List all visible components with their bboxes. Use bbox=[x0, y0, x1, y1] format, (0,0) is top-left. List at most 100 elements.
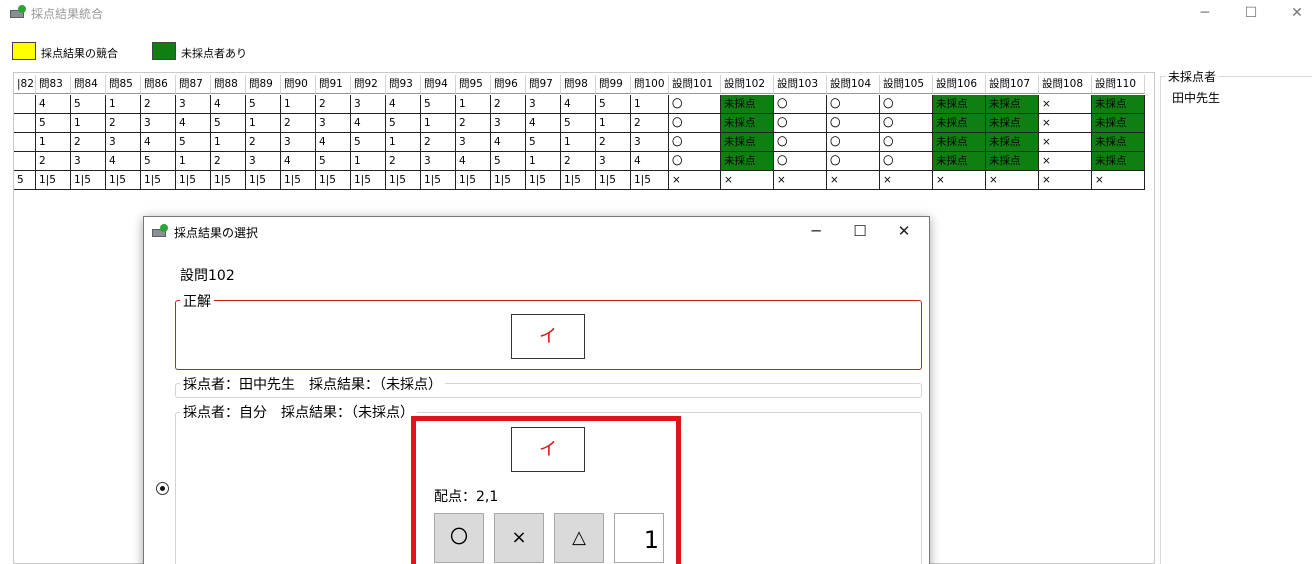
grid-cell[interactable]: 5 bbox=[421, 95, 456, 114]
column-header[interactable]: 問100 bbox=[631, 75, 669, 94]
grid-cell[interactable]: × bbox=[1039, 114, 1092, 133]
grid-cell[interactable] bbox=[14, 133, 36, 152]
grid-cell[interactable]: 〇 bbox=[827, 95, 880, 114]
grid-cell[interactable]: 〇 bbox=[827, 152, 880, 171]
grid-cell[interactable]: 4 bbox=[316, 133, 351, 152]
close-button[interactable]: ✕ bbox=[1274, 2, 1316, 24]
column-header[interactable]: 問89 bbox=[246, 75, 281, 94]
grid-cell[interactable]: × bbox=[933, 171, 986, 190]
grid-cell[interactable]: 4 bbox=[386, 95, 421, 114]
column-header[interactable]: 設問105 bbox=[880, 75, 933, 94]
grid-cell[interactable]: 1|5 bbox=[106, 171, 141, 190]
grid-cell[interactable]: 4 bbox=[631, 152, 669, 171]
grid-cell[interactable]: 〇 bbox=[880, 152, 933, 171]
grid-cell[interactable]: 1 bbox=[456, 95, 491, 114]
grid-cell[interactable]: × bbox=[880, 171, 933, 190]
grid-cell[interactable]: 1|5 bbox=[71, 171, 106, 190]
grid-cell[interactable]: 1 bbox=[281, 95, 316, 114]
grid-cell[interactable]: 3 bbox=[491, 114, 526, 133]
grid-cell[interactable]: 3 bbox=[176, 95, 211, 114]
grid-cell[interactable]: 1|5 bbox=[526, 171, 561, 190]
grid-cell[interactable]: 1|5 bbox=[211, 171, 246, 190]
grid-cell[interactable]: 2 bbox=[246, 133, 281, 152]
grid-cell[interactable]: 〇 bbox=[774, 152, 827, 171]
grid-cell[interactable]: 3 bbox=[141, 114, 176, 133]
maximize-button[interactable]: ☐ bbox=[1228, 2, 1274, 24]
grid-cell[interactable]: 〇 bbox=[669, 95, 721, 114]
grid-cell[interactable]: 4 bbox=[36, 95, 71, 114]
grid-cell[interactable]: 1 bbox=[246, 114, 281, 133]
grid-cell[interactable]: 2 bbox=[596, 133, 631, 152]
grid-cell[interactable]: 1|5 bbox=[176, 171, 211, 190]
grid-cell[interactable]: 未採点 bbox=[721, 152, 774, 171]
grid-cell[interactable]: 1 bbox=[526, 152, 561, 171]
grid-cell[interactable]: 〇 bbox=[669, 133, 721, 152]
grid-cell[interactable]: 1 bbox=[386, 133, 421, 152]
unscored-grader-item[interactable]: 田中先生 bbox=[1172, 89, 1220, 106]
grid-cell[interactable]: 4 bbox=[456, 152, 491, 171]
grid-cell[interactable]: × bbox=[721, 171, 774, 190]
grid-cell[interactable]: 1|5 bbox=[36, 171, 71, 190]
grid-cell[interactable] bbox=[14, 152, 36, 171]
grid-cell[interactable]: 未採点 bbox=[986, 114, 1039, 133]
column-header[interactable]: 問93 bbox=[386, 75, 421, 94]
grid-cell[interactable]: 〇 bbox=[880, 133, 933, 152]
grid-cell[interactable]: 3 bbox=[421, 152, 456, 171]
grid-cell[interactable]: 5 bbox=[141, 152, 176, 171]
column-header[interactable]: 問92 bbox=[351, 75, 386, 94]
grid-cell[interactable]: 5 bbox=[596, 95, 631, 114]
grid-cell[interactable]: × bbox=[1039, 95, 1092, 114]
grid-cell[interactable]: 未採点 bbox=[1092, 152, 1145, 171]
grid-cell[interactable]: 未採点 bbox=[721, 114, 774, 133]
grid-cell[interactable]: 未採点 bbox=[1092, 114, 1145, 133]
grid-cell[interactable]: × bbox=[827, 171, 880, 190]
column-header[interactable]: 問98 bbox=[561, 75, 596, 94]
grid-cell[interactable]: 2 bbox=[36, 152, 71, 171]
column-header[interactable]: 問97 bbox=[526, 75, 561, 94]
column-header[interactable]: 問85 bbox=[106, 75, 141, 94]
grid-cell[interactable]: 1|5 bbox=[631, 171, 669, 190]
grid-cell[interactable]: 4 bbox=[281, 152, 316, 171]
grid-cell[interactable]: 4 bbox=[491, 133, 526, 152]
grid-cell[interactable]: 1 bbox=[106, 95, 141, 114]
grid-cell[interactable]: 5 bbox=[176, 133, 211, 152]
column-header[interactable]: 設問103 bbox=[774, 75, 827, 94]
column-header[interactable]: 設問102 bbox=[721, 75, 774, 94]
grid-cell[interactable]: 1 bbox=[631, 95, 669, 114]
grid-cell[interactable]: 未採点 bbox=[986, 133, 1039, 152]
grid-cell[interactable] bbox=[14, 95, 36, 114]
grid-cell[interactable]: 未採点 bbox=[986, 152, 1039, 171]
grid-cell[interactable]: 4 bbox=[561, 95, 596, 114]
minimize-button[interactable]: ─ bbox=[1182, 2, 1228, 24]
grid-cell[interactable]: × bbox=[986, 171, 1039, 190]
grid-cell[interactable]: 5 bbox=[561, 114, 596, 133]
grid-cell[interactable]: 1 bbox=[176, 152, 211, 171]
grid-cell[interactable]: 3 bbox=[596, 152, 631, 171]
grid-cell[interactable]: 未採点 bbox=[721, 133, 774, 152]
grid-cell[interactable]: 2 bbox=[631, 114, 669, 133]
grid-cell[interactable]: 1|5 bbox=[491, 171, 526, 190]
grid-cell[interactable]: 5 bbox=[71, 95, 106, 114]
column-header[interactable]: 問86 bbox=[141, 75, 176, 94]
grid-cell[interactable]: 2 bbox=[71, 133, 106, 152]
grid-cell[interactable]: 5 bbox=[526, 133, 561, 152]
column-header[interactable]: 問99 bbox=[596, 75, 631, 94]
grid-cell[interactable]: 未採点 bbox=[1092, 133, 1145, 152]
grid-cell[interactable]: 1|5 bbox=[141, 171, 176, 190]
column-header[interactable]: 問84 bbox=[71, 75, 106, 94]
grid-cell[interactable]: 5 bbox=[491, 152, 526, 171]
dialog-close-button[interactable]: ✕ bbox=[882, 220, 926, 242]
grid-cell[interactable]: 3 bbox=[351, 95, 386, 114]
grid-cell[interactable]: 〇 bbox=[774, 133, 827, 152]
grid-cell[interactable]: 3 bbox=[246, 152, 281, 171]
dialog-maximize-button[interactable]: ☐ bbox=[838, 220, 882, 242]
column-header[interactable]: 設問110 bbox=[1092, 75, 1145, 94]
grid-cell[interactable]: 4 bbox=[211, 95, 246, 114]
column-header[interactable]: 問95 bbox=[456, 75, 491, 94]
grid-cell[interactable]: 5 bbox=[211, 114, 246, 133]
grid-cell[interactable]: 1|5 bbox=[596, 171, 631, 190]
grid-cell[interactable]: 3 bbox=[316, 114, 351, 133]
grid-cell[interactable]: 1|5 bbox=[561, 171, 596, 190]
grid-cell[interactable]: × bbox=[774, 171, 827, 190]
column-header[interactable]: 問88 bbox=[211, 75, 246, 94]
